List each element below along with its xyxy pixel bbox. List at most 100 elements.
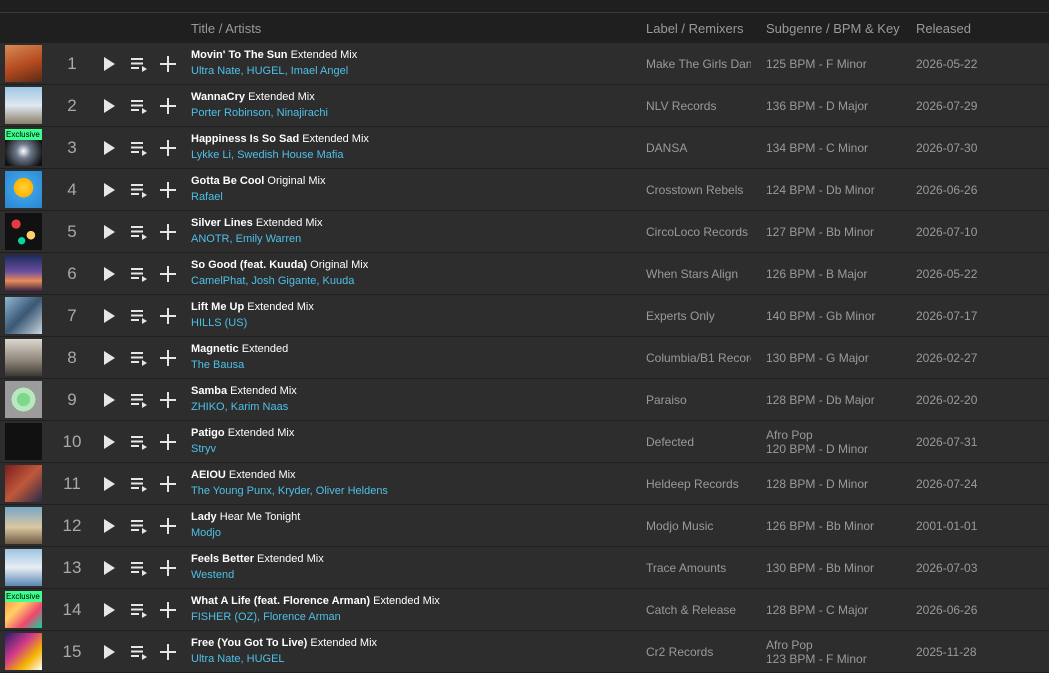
artist-link[interactable]: The Bausa bbox=[191, 359, 244, 371]
artist-link[interactable]: Karim Naas bbox=[231, 401, 288, 413]
track-row[interactable]: Exclusive 14 What A Life (feat. Florence A… bbox=[0, 589, 1049, 630]
play-button[interactable] bbox=[100, 181, 118, 199]
add-to-queue-button[interactable] bbox=[130, 559, 148, 577]
add-button[interactable] bbox=[159, 601, 177, 619]
add-to-queue-button[interactable] bbox=[130, 307, 148, 325]
track-title[interactable]: AEIOU Extended Mix bbox=[191, 469, 296, 481]
add-button[interactable] bbox=[159, 97, 177, 115]
add-button[interactable] bbox=[159, 643, 177, 661]
track-title[interactable]: Movin' To The Sun Extended Mix bbox=[191, 49, 357, 61]
add-button[interactable] bbox=[159, 139, 177, 157]
track-artwork[interactable] bbox=[5, 549, 42, 586]
play-button[interactable] bbox=[100, 97, 118, 115]
track-row[interactable]: 6 So Good (feat. Kuuda) Original Mix Camel… bbox=[0, 253, 1049, 294]
track-artwork[interactable] bbox=[5, 45, 42, 82]
track-label[interactable]: Experts Only bbox=[646, 309, 751, 323]
add-button[interactable] bbox=[159, 307, 177, 325]
add-button[interactable] bbox=[159, 181, 177, 199]
track-row[interactable]: 7 Lift Me Up Extended Mix HILLS (US) Expert… bbox=[0, 295, 1049, 336]
add-button[interactable] bbox=[159, 391, 177, 409]
track-row[interactable]: 11 AEIOU Extended Mix The Young Punx, Kryd… bbox=[0, 463, 1049, 504]
play-button[interactable] bbox=[100, 265, 118, 283]
track-row[interactable]: 4 Gotta Be Cool Original Mix Rafael Crossto… bbox=[0, 169, 1049, 210]
track-row[interactable]: 12 Lady Hear Me Tonight Modjo Modjo Music 12… bbox=[0, 505, 1049, 546]
artist-link[interactable]: Ninajirachi bbox=[277, 107, 328, 119]
track-artwork[interactable] bbox=[5, 381, 42, 418]
track-title[interactable]: What A Life (feat. Florence Arman) Exten… bbox=[191, 595, 440, 607]
add-to-queue-button[interactable] bbox=[130, 601, 148, 619]
artist-link[interactable]: FISHER (OZ) bbox=[191, 611, 257, 623]
add-button[interactable] bbox=[159, 517, 177, 535]
artist-link[interactable]: Modjo bbox=[191, 527, 221, 539]
add-to-queue-button[interactable] bbox=[130, 517, 148, 535]
track-row[interactable]: 5 Silver Lines Extended Mix ANOTR, Emily W… bbox=[0, 211, 1049, 252]
track-artwork[interactable] bbox=[5, 633, 42, 670]
track-label[interactable]: NLV Records bbox=[646, 99, 751, 113]
track-row[interactable]: 8 Magnetic Extended The Bausa Columbia/B1 R… bbox=[0, 337, 1049, 378]
artist-link[interactable]: Porter Robinson bbox=[191, 107, 271, 119]
play-button[interactable] bbox=[100, 517, 118, 535]
artist-link[interactable]: Florence Arman bbox=[263, 611, 341, 623]
add-to-queue-button[interactable] bbox=[130, 349, 148, 367]
track-title[interactable]: Silver Lines Extended Mix bbox=[191, 217, 322, 229]
track-artwork[interactable] bbox=[5, 171, 42, 208]
track-artwork[interactable]: Exclusive bbox=[5, 129, 42, 166]
add-to-queue-button[interactable] bbox=[130, 391, 148, 409]
track-subgenre[interactable]: Afro Pop bbox=[766, 638, 867, 652]
track-row[interactable]: 13 Feels Better Extended Mix Westend Trace … bbox=[0, 547, 1049, 588]
track-title[interactable]: Lift Me Up Extended Mix bbox=[191, 301, 314, 313]
track-label[interactable]: Crosstown Rebels bbox=[646, 183, 751, 197]
add-button[interactable] bbox=[159, 475, 177, 493]
play-button[interactable] bbox=[100, 307, 118, 325]
track-label[interactable]: Cr2 Records bbox=[646, 645, 751, 659]
track-label[interactable]: Defected bbox=[646, 435, 751, 449]
track-label[interactable]: Paraiso bbox=[646, 393, 751, 407]
artist-link[interactable]: Josh Gigante bbox=[252, 275, 317, 287]
artist-link[interactable]: Westend bbox=[191, 569, 234, 581]
track-row[interactable]: 15 Free (You Got To Live) Extended Mix Ult… bbox=[0, 631, 1049, 672]
track-subgenre[interactable]: Afro Pop bbox=[766, 428, 868, 442]
artist-link[interactable]: Ultra Nate bbox=[191, 65, 241, 77]
play-button[interactable] bbox=[100, 349, 118, 367]
track-label[interactable]: CircoLoco Records bbox=[646, 225, 751, 239]
track-artwork[interactable] bbox=[5, 87, 42, 124]
track-artwork[interactable] bbox=[5, 339, 42, 376]
track-artwork[interactable] bbox=[5, 297, 42, 334]
track-title[interactable]: Free (You Got To Live) Extended Mix bbox=[191, 637, 377, 649]
track-row[interactable]: 9 Samba Extended Mix ZHIKO, Karim Naas Para… bbox=[0, 379, 1049, 420]
add-to-queue-button[interactable] bbox=[130, 97, 148, 115]
play-button[interactable] bbox=[100, 391, 118, 409]
add-button[interactable] bbox=[159, 55, 177, 73]
track-title[interactable]: Happiness Is So Sad Extended Mix bbox=[191, 133, 369, 145]
add-button[interactable] bbox=[159, 223, 177, 241]
track-row[interactable]: 2 WannaCry Extended Mix Porter Robinson, N… bbox=[0, 85, 1049, 126]
track-title[interactable]: So Good (feat. Kuuda) Original Mix bbox=[191, 259, 368, 271]
add-to-queue-button[interactable] bbox=[130, 643, 148, 661]
artist-link[interactable]: Rafael bbox=[191, 191, 223, 203]
artist-link[interactable]: Kuuda bbox=[323, 275, 355, 287]
track-title[interactable]: Lady Hear Me Tonight bbox=[191, 511, 300, 523]
artist-link[interactable]: Kryder bbox=[278, 485, 310, 497]
add-button[interactable] bbox=[159, 265, 177, 283]
artist-link[interactable]: HUGEL bbox=[247, 653, 285, 665]
artist-link[interactable]: Oliver Heldens bbox=[316, 485, 388, 497]
artist-link[interactable]: Stryv bbox=[191, 443, 216, 455]
add-to-queue-button[interactable] bbox=[130, 475, 148, 493]
add-button[interactable] bbox=[159, 559, 177, 577]
add-button[interactable] bbox=[159, 433, 177, 451]
add-to-queue-button[interactable] bbox=[130, 433, 148, 451]
track-row[interactable]: Exclusive 3 Happiness Is So Sad Extended M… bbox=[0, 127, 1049, 168]
track-title[interactable]: Patigo Extended Mix bbox=[191, 427, 294, 439]
play-button[interactable] bbox=[100, 139, 118, 157]
artist-link[interactable]: ANOTR bbox=[191, 233, 230, 245]
track-label[interactable]: When Stars Align bbox=[646, 267, 751, 281]
play-button[interactable] bbox=[100, 643, 118, 661]
column-header-genre[interactable]: Subgenre / BPM & Key bbox=[766, 21, 900, 36]
column-header-title[interactable]: Title / Artists bbox=[191, 21, 261, 36]
artist-link[interactable]: HUGEL bbox=[247, 65, 285, 77]
add-to-queue-button[interactable] bbox=[130, 139, 148, 157]
track-title[interactable]: Samba Extended Mix bbox=[191, 385, 297, 397]
play-button[interactable] bbox=[100, 559, 118, 577]
artist-link[interactable]: Emily Warren bbox=[236, 233, 302, 245]
play-button[interactable] bbox=[100, 601, 118, 619]
